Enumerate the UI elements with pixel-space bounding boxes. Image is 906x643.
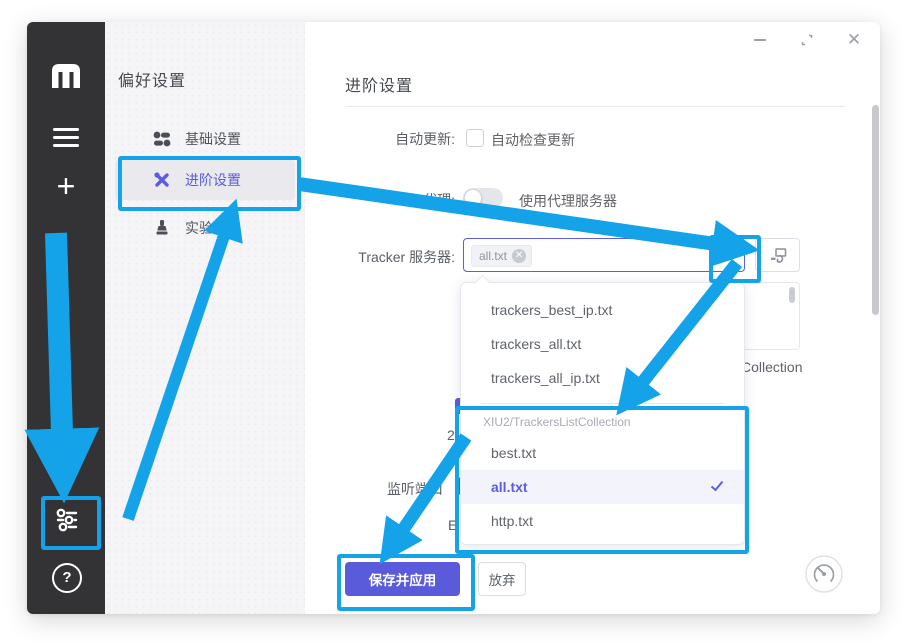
collection-link-fragment[interactable]: Collection bbox=[741, 359, 802, 375]
dropdown-option[interactable]: trackers_all_ip.txt bbox=[461, 361, 744, 395]
listen-port-label: 监听端口 bbox=[303, 479, 443, 499]
dropdown-option[interactable]: trackers_all.txt bbox=[461, 327, 744, 361]
title-divider bbox=[345, 106, 845, 107]
toggles-icon bbox=[153, 130, 171, 148]
dropdown-group-label: XIU2/TrackersListCollection bbox=[461, 404, 744, 436]
prefs-panel-title: 偏好设置 bbox=[118, 67, 186, 91]
main-scrollbar[interactable] bbox=[872, 105, 879, 315]
close-button[interactable]: ✕ bbox=[846, 32, 862, 48]
dropdown-option[interactable]: best.txt bbox=[461, 436, 744, 470]
app-sidebar: + ? bbox=[27, 22, 105, 614]
close-icon: ✕ bbox=[847, 32, 861, 48]
sidebar-item-label: 进阶设置 bbox=[185, 170, 241, 190]
textarea-scrollbar[interactable] bbox=[789, 287, 795, 303]
tracker-server-select[interactable]: all.txt ✕ bbox=[463, 238, 745, 272]
sidebar-item-advanced-settings[interactable]: 进阶设置 bbox=[115, 160, 295, 200]
proxy-label: 代理: bbox=[315, 190, 455, 210]
sidebar-item-label: 基础设置 bbox=[185, 129, 241, 149]
auto-update-label: 自动更新: bbox=[315, 129, 455, 149]
option-label: all.txt bbox=[491, 479, 528, 495]
selected-tag: all.txt ✕ bbox=[471, 245, 532, 267]
check-icon bbox=[710, 480, 724, 492]
tracker-server-label: Tracker 服务器: bbox=[315, 247, 455, 267]
window-controls: ✕ bbox=[752, 28, 862, 52]
motrix-logo-icon bbox=[49, 62, 83, 90]
minimize-button[interactable] bbox=[752, 32, 768, 48]
help-icon[interactable]: ? bbox=[52, 563, 82, 593]
tag-close-icon[interactable]: ✕ bbox=[512, 249, 526, 263]
proxy-toggle[interactable] bbox=[463, 188, 503, 208]
sidebar-item-basic-settings[interactable]: 基础设置 bbox=[115, 119, 295, 159]
dropdown-option-selected[interactable]: all.txt bbox=[461, 470, 744, 504]
task-list-icon[interactable] bbox=[53, 128, 79, 147]
chevron-up-icon[interactable] bbox=[718, 251, 732, 260]
sidebar-item-label: 实验室 bbox=[185, 218, 227, 238]
dropdown-option[interactable]: http.txt bbox=[461, 504, 744, 538]
preferences-icon[interactable] bbox=[52, 505, 82, 535]
tools-icon bbox=[153, 171, 171, 189]
add-task-icon[interactable]: + bbox=[51, 172, 81, 202]
preferences-menu-panel bbox=[105, 22, 305, 614]
maximize-icon bbox=[800, 33, 814, 47]
tag-label: all.txt bbox=[479, 249, 507, 263]
sync-icon bbox=[768, 246, 788, 264]
proxy-toggle-label: 使用代理服务器 bbox=[519, 191, 617, 211]
tracker-source-dropdown: trackers_best_ip.txt trackers_all.txt tr… bbox=[460, 282, 745, 545]
dropdown-option[interactable]: trackers_best_ip.txt bbox=[461, 293, 744, 327]
minimize-icon bbox=[754, 39, 766, 41]
page-title: 进阶设置 bbox=[345, 72, 413, 96]
sidebar-item-lab[interactable]: 实验室 bbox=[115, 208, 295, 248]
motrix-preferences-window: + ? 偏好设置 基础设置 bbox=[27, 22, 880, 614]
speed-limit-icon[interactable] bbox=[805, 555, 843, 593]
auto-update-checkbox-label[interactable]: 自动检查更新 bbox=[491, 130, 575, 150]
sync-trackers-button[interactable] bbox=[755, 238, 800, 272]
discard-button[interactable]: 放弃 bbox=[478, 562, 526, 596]
auto-update-checkbox[interactable] bbox=[466, 129, 484, 147]
toggle-knob bbox=[464, 189, 482, 207]
text-fragment: E bbox=[448, 517, 457, 533]
stamp-icon bbox=[153, 219, 171, 237]
text-fragment: 2 bbox=[447, 427, 455, 443]
maximize-button[interactable] bbox=[799, 32, 815, 48]
save-and-apply-button[interactable]: 保存并应用 bbox=[345, 562, 460, 596]
